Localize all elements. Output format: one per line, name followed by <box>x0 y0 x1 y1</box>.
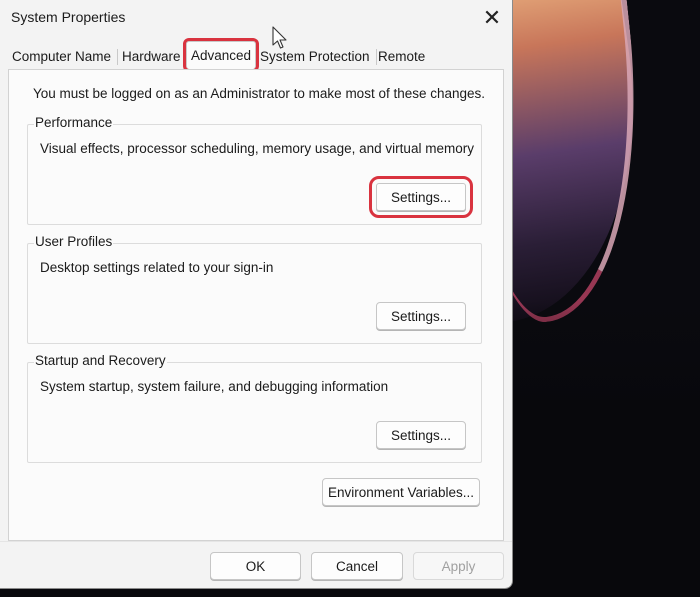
tab-computer-name[interactable]: Computer Name <box>8 45 119 69</box>
performance-group: Performance Visual effects, processor sc… <box>27 115 482 225</box>
tab-hardware[interactable]: Hardware <box>118 45 188 69</box>
user-profiles-group: User Profiles Desktop settings related t… <box>27 234 482 344</box>
performance-description: Visual effects, processor scheduling, me… <box>40 141 474 156</box>
startup-recovery-description: System startup, system failure, and debu… <box>40 379 389 394</box>
title-bar[interactable]: System Properties ✕ <box>0 0 512 36</box>
footer-divider <box>0 541 512 542</box>
tab-advanced[interactable]: Advanced <box>182 38 260 72</box>
cancel-button[interactable]: Cancel <box>311 552 403 580</box>
ok-button[interactable]: OK <box>210 552 301 580</box>
close-button[interactable]: ✕ <box>472 2 512 34</box>
environment-variables-button[interactable]: Environment Variables... <box>322 478 480 506</box>
performance-group-title: Performance <box>34 115 114 130</box>
startup-recovery-group: Startup and Recovery System startup, sys… <box>27 353 482 463</box>
system-properties-dialog: System Properties ✕ Computer Name Hardwa… <box>0 0 513 589</box>
admin-notice: You must be logged on as an Administrato… <box>33 86 486 101</box>
user-profiles-group-title: User Profiles <box>34 234 114 249</box>
apply-button[interactable]: Apply <box>413 552 504 580</box>
startup-recovery-settings-button[interactable]: Settings... <box>376 421 466 449</box>
mouse-cursor-icon <box>272 26 287 49</box>
close-icon: ✕ <box>482 5 502 31</box>
performance-settings-button[interactable]: Settings... <box>369 176 473 218</box>
startup-recovery-group-title: Startup and Recovery <box>34 353 167 368</box>
window-title: System Properties <box>11 9 126 25</box>
user-profiles-description: Desktop settings related to your sign-in <box>40 260 274 275</box>
user-profiles-settings-button[interactable]: Settings... <box>376 302 466 330</box>
tab-remote[interactable]: Remote <box>374 45 429 69</box>
